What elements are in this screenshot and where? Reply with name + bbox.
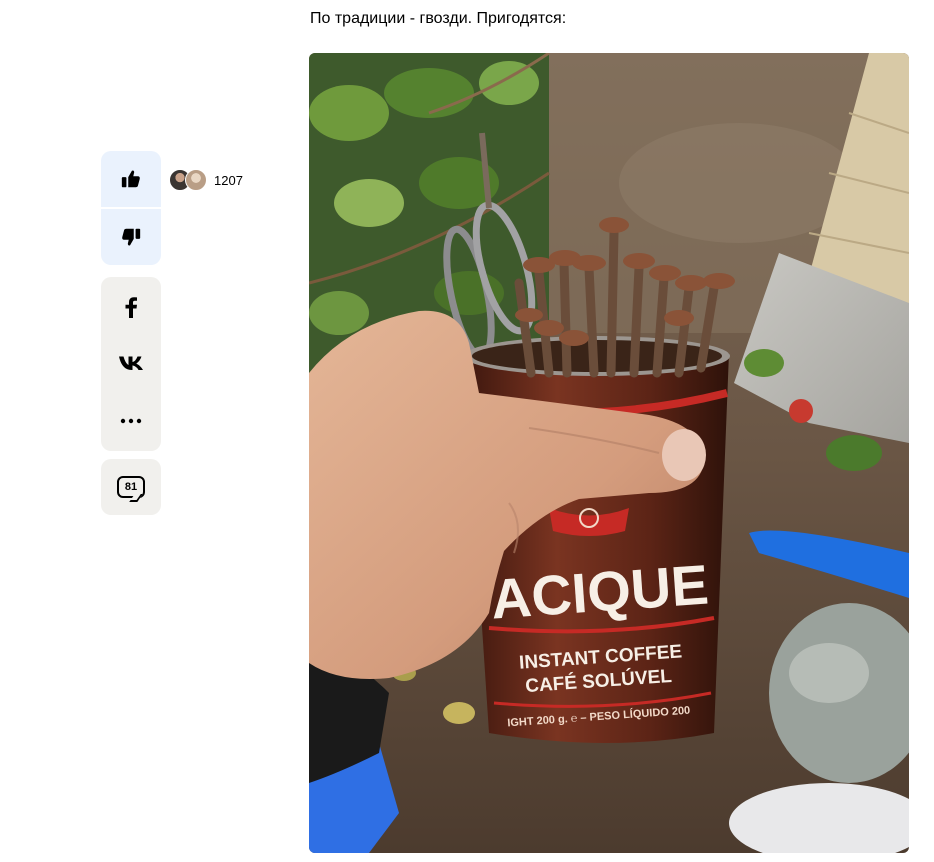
- like-button[interactable]: [101, 151, 161, 207]
- thumbs-down-icon: [122, 228, 141, 246]
- like-count: 1207: [214, 172, 243, 188]
- more-share-button[interactable]: [101, 393, 161, 449]
- reactors-summary[interactable]: 1207: [169, 169, 243, 191]
- reaction-group: [101, 151, 161, 265]
- vk-share-button[interactable]: [101, 335, 161, 391]
- article-caption: По традиции - гвозди. Пригодятся:: [310, 10, 567, 27]
- thumbs-up-icon: [121, 170, 140, 188]
- article-photo[interactable]: ACIQUE INSTANT COFFEE CAFÉ SOLÚVEL IGHT …: [309, 53, 909, 853]
- avatar: [185, 169, 207, 191]
- more-icon: [120, 418, 142, 424]
- vk-icon: [119, 356, 143, 370]
- facebook-share-button[interactable]: [101, 279, 161, 335]
- comments-count: 81: [124, 480, 138, 493]
- comments-button[interactable]: 81: [101, 459, 161, 515]
- comment-bubble-icon: 81: [117, 476, 145, 498]
- dislike-button[interactable]: [101, 209, 161, 265]
- facebook-icon: [125, 297, 137, 318]
- share-group: [101, 277, 161, 451]
